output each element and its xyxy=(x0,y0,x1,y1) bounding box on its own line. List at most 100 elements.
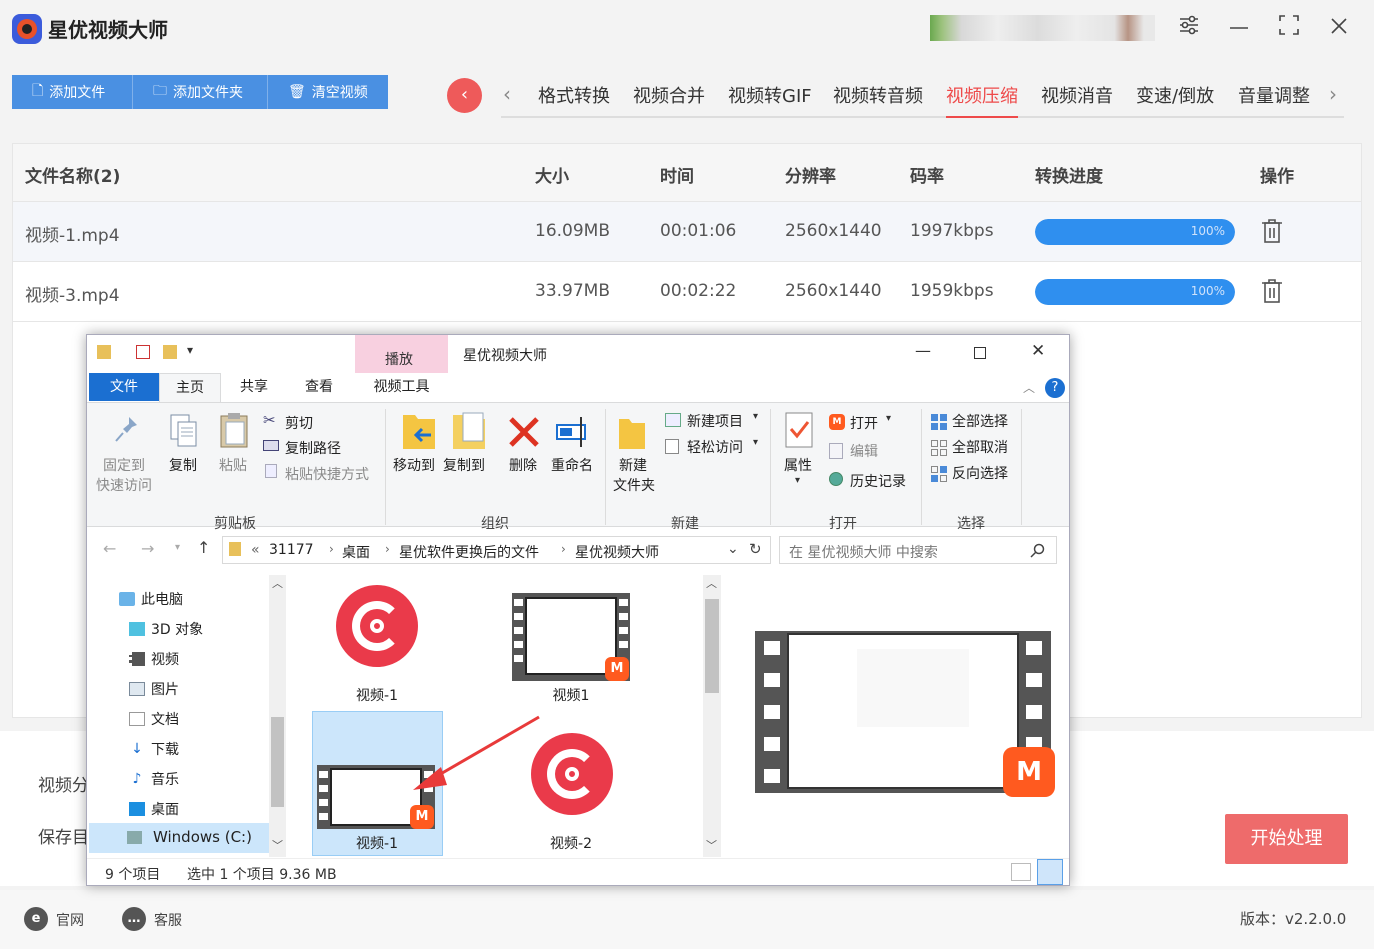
move-to-label[interactable]: 移动到 xyxy=(393,455,435,475)
clear-videos-button[interactable]: 🗑 清空视频 xyxy=(268,75,388,109)
properties-quick-icon[interactable] xyxy=(136,345,150,359)
new-item-dropdown-icon[interactable]: ▾ xyxy=(753,411,758,422)
nav-this-pc[interactable]: 此电脑 xyxy=(119,589,183,609)
ribbon-tab-video-tools[interactable]: 视频工具 xyxy=(355,373,448,401)
website-icon[interactable]: e xyxy=(24,907,48,931)
file-name[interactable]: 视频-1 xyxy=(313,833,441,853)
open-dropdown-icon[interactable]: ▾ xyxy=(886,413,891,424)
add-file-button[interactable]: 🗋 添加文件 xyxy=(12,75,133,109)
crumb-sep-icon[interactable]: › xyxy=(561,542,566,556)
properties-icon[interactable] xyxy=(784,411,814,451)
delete-icon[interactable] xyxy=(507,415,541,449)
table-row[interactable]: 视频-1.mp4 16.09MB 00:01:06 2560x1440 1997… xyxy=(13,202,1361,262)
copy-to-icon[interactable] xyxy=(451,411,487,451)
user-account-pixelated[interactable] xyxy=(930,15,1155,41)
file-name[interactable]: 视频1 xyxy=(507,685,635,705)
move-to-icon[interactable] xyxy=(401,411,437,451)
nav-forward-icon[interactable]: → xyxy=(141,539,154,558)
delete-label[interactable]: 删除 xyxy=(509,455,537,475)
address-overflow[interactable]: « xyxy=(251,542,260,558)
website-link[interactable]: 官网 xyxy=(56,910,84,930)
ribbon-collapse-icon[interactable]: ︿ xyxy=(1023,379,1035,396)
nav-up-icon[interactable]: ↑ xyxy=(197,538,210,557)
table-row[interactable]: 视频-3.mp4 33.97MB 00:02:22 2560x1440 1959… xyxy=(13,262,1361,322)
address-bar[interactable]: « 31177 › 桌面 › 星优软件更换后的文件 › 星优视频大师 ⌄ ↻ xyxy=(222,536,771,564)
new-folder-icon[interactable] xyxy=(617,411,647,451)
invert-selection-label[interactable]: 反向选择 xyxy=(952,463,1008,483)
tab-video-to-audio[interactable]: 视频转音频 xyxy=(833,82,923,108)
tab-volume-adjust[interactable]: 音量调整 xyxy=(1238,82,1310,108)
explorer-maximize-button[interactable] xyxy=(974,347,986,359)
settings-icon[interactable] xyxy=(1174,14,1204,44)
new-item-label[interactable]: 新建项目 xyxy=(687,411,743,431)
nav-desktop[interactable]: 桌面 xyxy=(129,799,179,819)
nav-3d-objects[interactable]: 3D 对象 xyxy=(129,619,203,639)
ribbon-tab-share[interactable]: 共享 xyxy=(223,373,285,401)
crumb-desktop[interactable]: 桌面 xyxy=(342,542,370,562)
cut-icon[interactable]: ✂ xyxy=(263,411,276,429)
properties-dropdown-icon[interactable]: ▾ xyxy=(795,475,800,486)
file-name[interactable]: 视频-2 xyxy=(507,833,635,853)
nav-scrollbar[interactable]: ︿ ﹀ xyxy=(269,575,286,857)
customer-service-icon[interactable]: … xyxy=(122,907,146,931)
nav-documents[interactable]: 文档 xyxy=(129,709,179,729)
crumb-user[interactable]: 31177 xyxy=(269,542,314,558)
select-none-label[interactable]: 全部取消 xyxy=(952,437,1008,457)
tab-video-merge[interactable]: 视频合并 xyxy=(633,82,705,108)
help-icon[interactable]: ? xyxy=(1045,378,1065,398)
refresh-icon[interactable]: ↻ xyxy=(749,540,762,558)
select-all-label[interactable]: 全部选择 xyxy=(952,411,1008,431)
tab-speed-reverse[interactable]: 变速/倒放 xyxy=(1136,82,1214,108)
copy-to-label[interactable]: 复制到 xyxy=(443,455,485,475)
nav-pictures[interactable]: 图片 xyxy=(129,679,179,699)
close-button[interactable] xyxy=(1324,14,1354,44)
ribbon-tab-home[interactable]: 主页 xyxy=(159,373,221,403)
ribbon-tab-view[interactable]: 查看 xyxy=(288,373,350,401)
pin-label2[interactable]: 快速访问 xyxy=(96,475,152,495)
rename-label[interactable]: 重命名 xyxy=(551,455,593,475)
nav-recent-dropdown-icon[interactable]: ▾ xyxy=(175,542,180,553)
edit-label[interactable]: 编辑 xyxy=(850,441,878,461)
ribbon-tab-file[interactable]: 文件 xyxy=(89,373,159,401)
rename-icon[interactable] xyxy=(555,413,593,451)
crumb-files[interactable]: 星优软件更换后的文件 xyxy=(399,542,539,562)
nav-videos[interactable]: 视频 xyxy=(129,649,179,669)
search-icon[interactable] xyxy=(1030,543,1045,558)
easy-access-label[interactable]: 轻松访问 xyxy=(687,437,743,457)
video-thumbnail[interactable]: M xyxy=(512,593,630,681)
copy-path-icon[interactable] xyxy=(263,440,279,451)
nav-back-icon[interactable]: ← xyxy=(103,539,116,558)
cut-label[interactable]: 剪切 xyxy=(285,413,313,433)
pin-label[interactable]: 固定到 xyxy=(103,455,145,475)
search-box[interactable]: 在 星优视频大师 中搜索 xyxy=(779,536,1057,564)
maximize-button[interactable] xyxy=(1274,14,1304,44)
new-folder-quick-icon[interactable] xyxy=(163,345,177,359)
crumb-sep-icon[interactable]: › xyxy=(385,542,390,556)
new-folder-label2[interactable]: 文件夹 xyxy=(613,475,655,495)
explorer-minimize-button[interactable]: — xyxy=(915,341,931,360)
trash-icon[interactable] xyxy=(1261,218,1283,244)
scroll-up-icon[interactable]: ︿ xyxy=(706,575,717,591)
tab-format-convert[interactable]: 格式转换 xyxy=(538,82,610,108)
tabs-right-chevron-icon[interactable]: › xyxy=(1329,82,1337,106)
tab-video-mute[interactable]: 视频消音 xyxy=(1041,82,1113,108)
history-label[interactable]: 历史记录 xyxy=(850,471,906,491)
scroll-thumb[interactable] xyxy=(705,599,719,693)
easy-access-dropdown-icon[interactable]: ▾ xyxy=(753,437,758,448)
scroll-down-icon[interactable]: ﹀ xyxy=(272,837,283,853)
tab-video-to-gif[interactable]: 视频转GIF xyxy=(728,82,812,108)
open-label[interactable]: 打开 xyxy=(850,413,878,433)
customer-service-link[interactable]: 客服 xyxy=(154,910,182,930)
pin-icon[interactable] xyxy=(113,415,139,445)
start-processing-button[interactable]: 开始处理 xyxy=(1225,814,1348,864)
files-scrollbar[interactable]: ︿ ﹀ xyxy=(703,575,721,857)
copy-icon[interactable] xyxy=(169,413,199,449)
file-name[interactable]: 视频-1 xyxy=(313,685,441,705)
scroll-down-icon[interactable]: ﹀ xyxy=(706,837,717,853)
crumb-sep-icon[interactable]: › xyxy=(329,542,334,556)
quick-access-dropdown-icon[interactable]: ▾ xyxy=(187,343,193,357)
scroll-up-icon[interactable]: ︿ xyxy=(272,575,283,591)
scroll-thumb[interactable] xyxy=(271,717,284,807)
collapse-arrow-icon[interactable]: ‹ xyxy=(447,78,482,113)
details-view-icon[interactable] xyxy=(1011,863,1031,881)
